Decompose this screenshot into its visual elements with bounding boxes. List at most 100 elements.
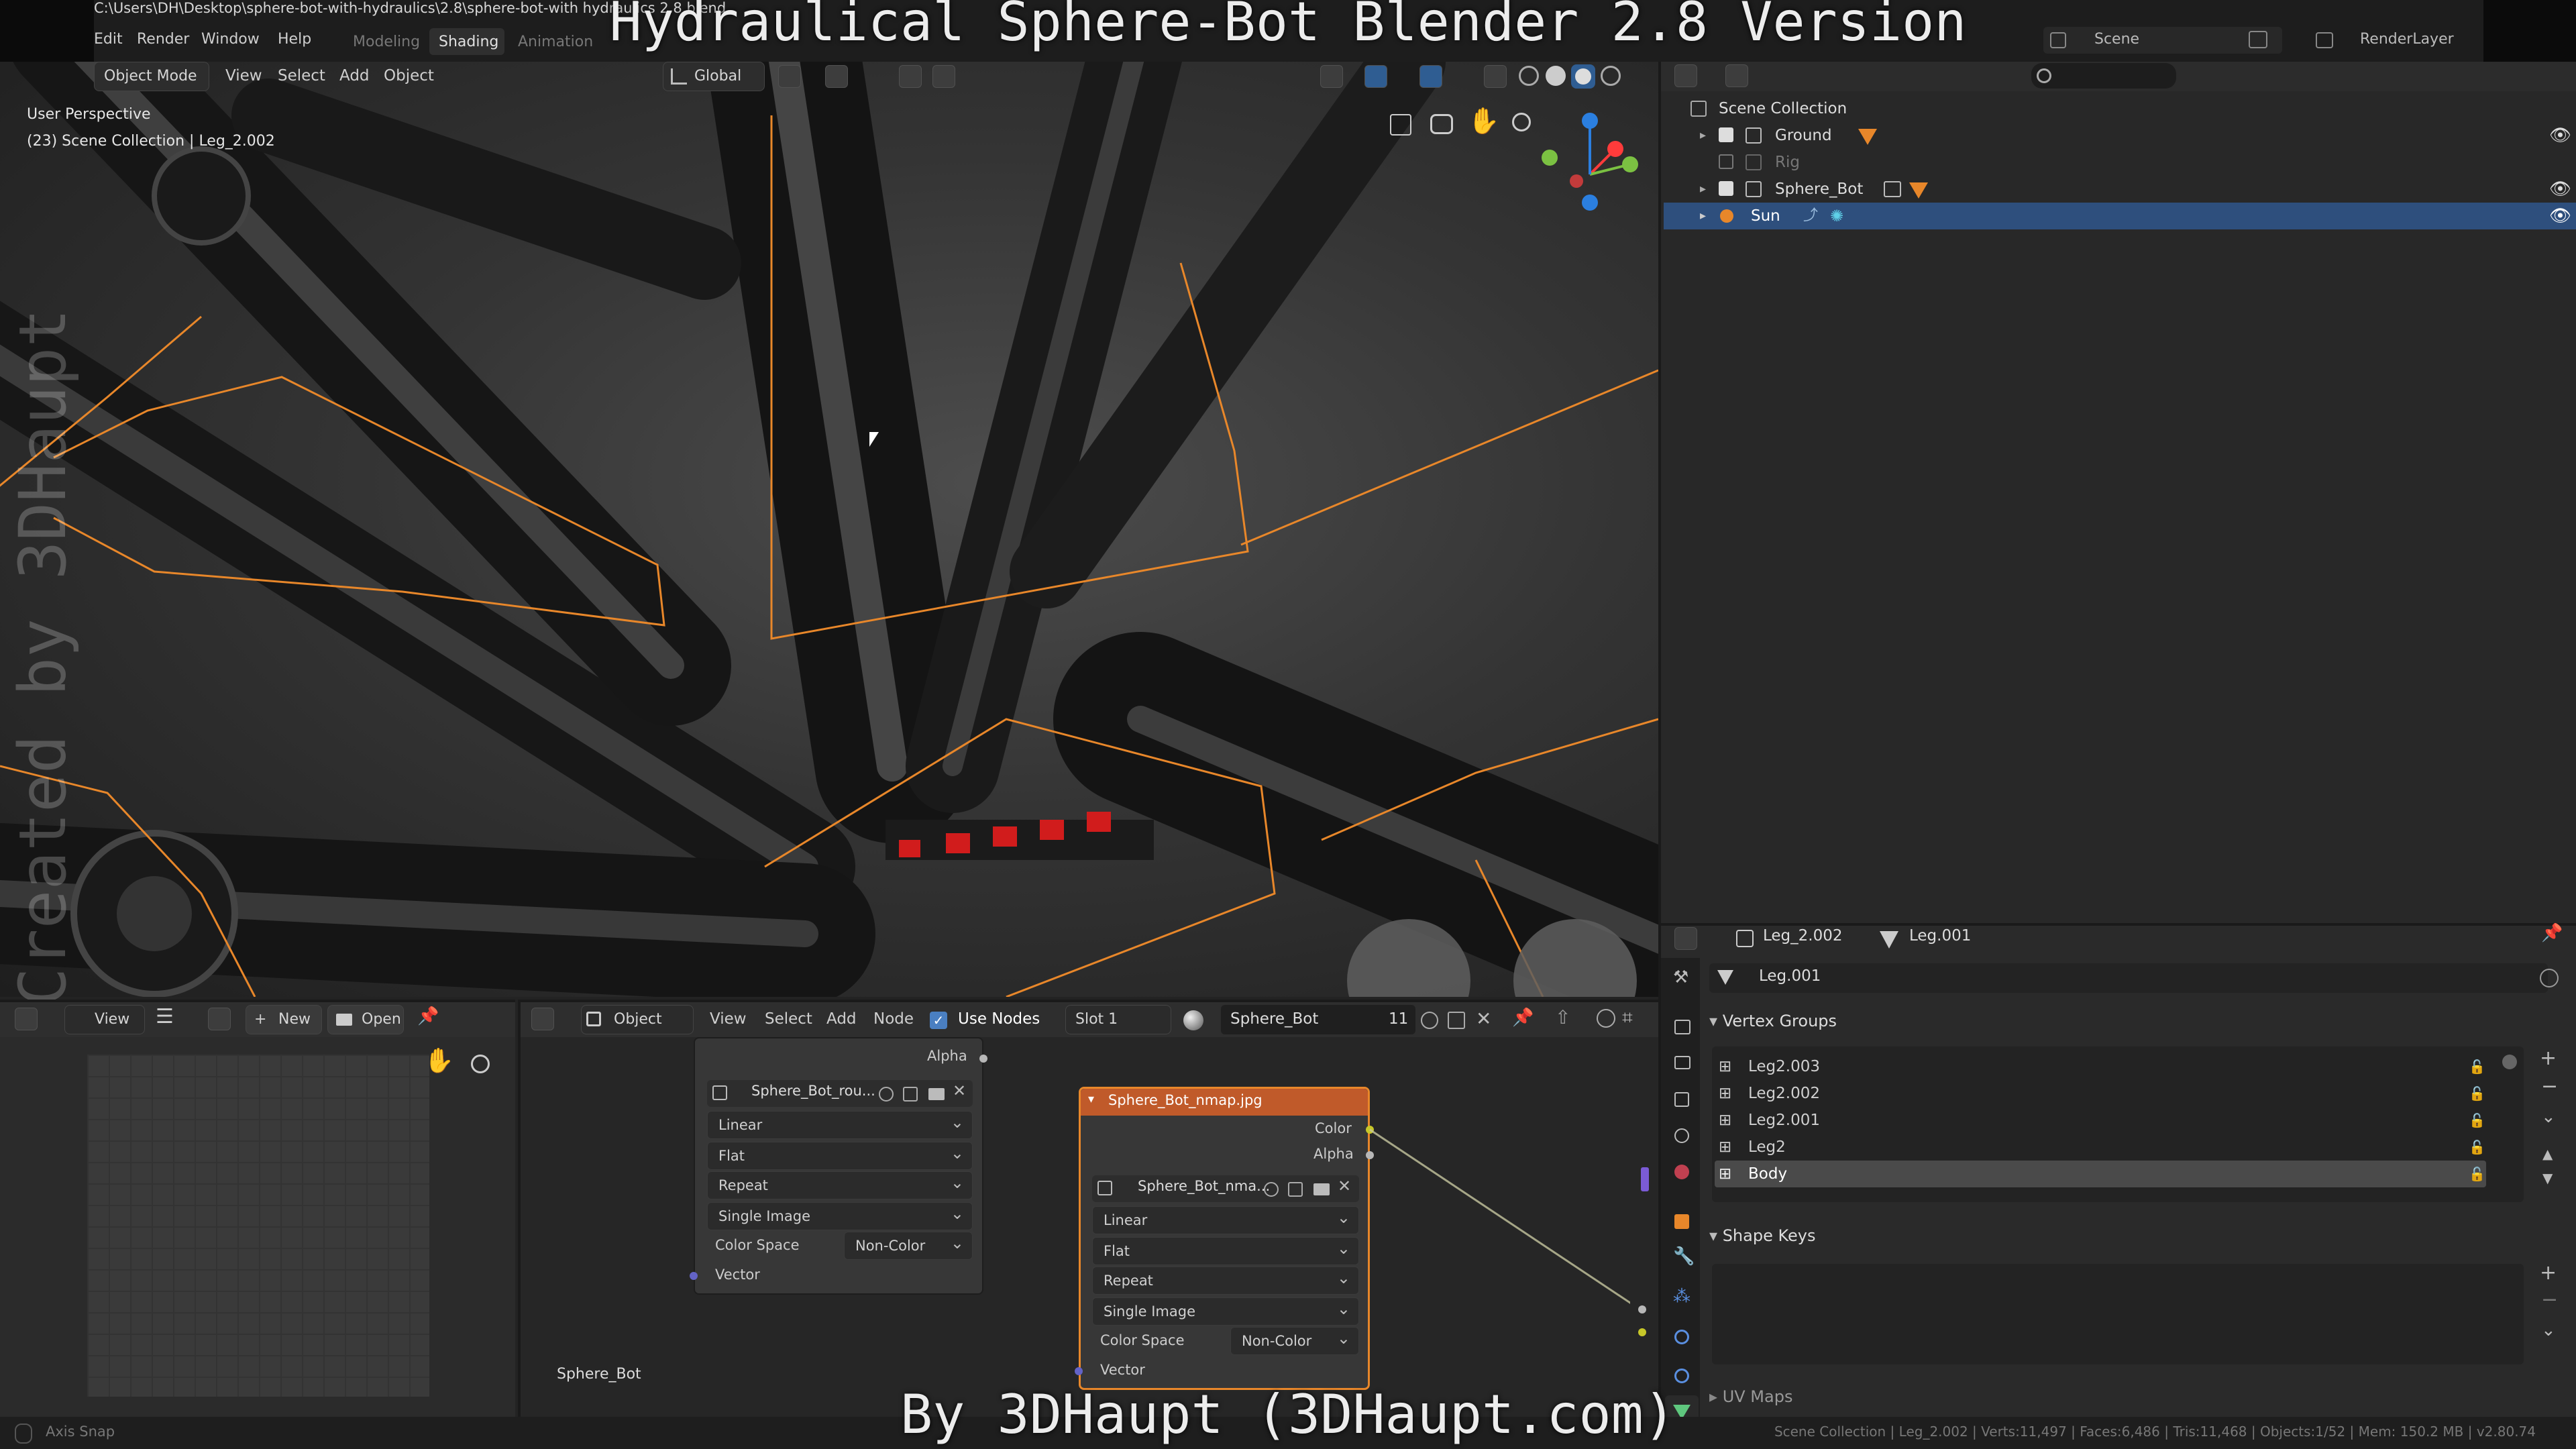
outliner-item-sphere-bot[interactable]: ▸ Sphere_Bot 👁 — [1664, 176, 2576, 203]
node2-folder-icon[interactable] — [1313, 1183, 1330, 1195]
navigation-gizmo[interactable] — [1523, 101, 1650, 228]
node2-extension-dropdown[interactable]: Repeat — [1092, 1265, 1359, 1295]
falloff-icon[interactable] — [932, 65, 955, 88]
overlays-icon[interactable] — [1419, 65, 1442, 88]
vertex-group-row-active[interactable]: ⊞ Body 🔓 — [1715, 1161, 2486, 1187]
use-nodes-checkbox[interactable]: ✓ — [930, 1012, 947, 1029]
open-image-button[interactable]: Open — [327, 1005, 404, 1034]
shape-key-specials-icon[interactable]: ⌄ — [2541, 1320, 2556, 1340]
node2-interpolation-dropdown[interactable]: Linear — [1092, 1204, 1359, 1234]
visibility-icon[interactable] — [1320, 65, 1343, 88]
gizmo-toggle-icon[interactable] — [1364, 65, 1387, 88]
unlink-material-icon[interactable]: ✕ — [1476, 1008, 1491, 1030]
add-vertex-group-icon[interactable]: + — [2540, 1046, 2557, 1070]
node1-unlink-icon[interactable]: ✕ — [953, 1081, 966, 1100]
lock-icon[interactable]: 🔓 — [2469, 1107, 2485, 1134]
pin-icon[interactable]: 📌 — [417, 1006, 439, 1026]
new-image-button[interactable]: + New — [246, 1005, 322, 1034]
tab-scene[interactable] — [1665, 1119, 1699, 1152]
proportional-edit-icon[interactable] — [899, 65, 922, 88]
viewport-menu-object[interactable]: Object — [384, 67, 434, 85]
xray-icon[interactable] — [1484, 65, 1507, 88]
pin-icon[interactable]: 📌 — [1512, 1008, 1534, 1028]
outliner-item-sun[interactable]: ▸ Sun ⤴ ✺ 👁 — [1664, 203, 2576, 229]
node2-unlink-icon[interactable]: ✕ — [1338, 1177, 1351, 1195]
outliner-editor-type-icon[interactable] — [1674, 64, 1697, 87]
mesh-datablock-field[interactable] — [1709, 963, 2548, 993]
node1-alpha-output-socket[interactable] — [979, 1055, 987, 1063]
node1-projection-dropdown[interactable]: Flat — [707, 1140, 973, 1170]
snap-node-icon[interactable] — [1597, 1009, 1615, 1028]
image-editor-type-icon[interactable] — [15, 1008, 38, 1030]
camera-view-icon[interactable] — [1390, 114, 1411, 136]
fake-user-icon[interactable] — [2540, 969, 2559, 987]
properties-editor-type-icon[interactable] — [1674, 927, 1697, 950]
material-slot-dropdown[interactable]: Slot 1 — [1065, 1005, 1171, 1034]
fake-user-shield-icon[interactable] — [1421, 1012, 1438, 1029]
node1-fake-user-icon[interactable] — [879, 1087, 894, 1102]
node1-vector-input-socket[interactable] — [690, 1272, 698, 1280]
shading-rendered-icon[interactable] — [1601, 66, 1621, 86]
image-editor-view-dropdown[interactable]: View — [64, 1005, 145, 1034]
checkbox-icon[interactable] — [1719, 154, 1733, 169]
node2-vector-input-socket[interactable] — [1075, 1367, 1083, 1375]
camera-icon[interactable] — [1430, 114, 1453, 134]
lock-icon[interactable]: 🔓 — [2469, 1080, 2485, 1107]
checkbox-icon[interactable] — [1719, 181, 1733, 196]
node1-folder-icon[interactable] — [928, 1088, 945, 1100]
viewport-3d[interactable] — [0, 62, 1658, 997]
node2-source-dropdown[interactable]: Single Image — [1092, 1295, 1359, 1326]
image-canvas-grid[interactable] — [87, 1055, 429, 1397]
tab-view-layer[interactable] — [1665, 1083, 1699, 1116]
zoom-icon[interactable] — [471, 1055, 490, 1073]
object-mode-dropdown[interactable]: Object Mode — [94, 62, 209, 91]
vertex-group-row[interactable]: ⊞ Leg2.002 🔓 — [1715, 1080, 2486, 1107]
viewport-menu-view[interactable]: View — [225, 67, 262, 85]
outliner-item-rig[interactable]: Rig — [1664, 149, 2576, 176]
tab-physics[interactable] — [1665, 1320, 1699, 1354]
node1-source-dropdown[interactable]: Single Image — [707, 1200, 973, 1230]
lock-icon[interactable]: 🔓 — [2469, 1161, 2485, 1187]
node-menu-add[interactable]: Add — [826, 1010, 857, 1028]
checkbox-icon[interactable] — [1719, 127, 1733, 142]
duplicate-material-icon[interactable] — [1448, 1012, 1465, 1029]
collapse-arrow-icon[interactable]: ▾ — [1088, 1092, 1094, 1106]
snap-mode-icon[interactable]: ⌗ — [1622, 1006, 1633, 1029]
tab-render[interactable] — [1665, 1010, 1699, 1044]
vertex-group-row[interactable]: ⊞ Leg2.001 🔓 — [1715, 1107, 2486, 1134]
outliner-scene-collection[interactable]: Scene Collection — [1664, 95, 2576, 122]
pan-hand-icon[interactable]: ✋ — [424, 1046, 454, 1075]
node1-duplicate-icon[interactable] — [903, 1087, 918, 1102]
remove-shape-key-icon[interactable]: − — [2541, 1288, 2558, 1311]
node-editor-type-icon[interactable] — [531, 1008, 554, 1030]
tab-object[interactable] — [1665, 1205, 1699, 1238]
node-menu-node[interactable]: Node — [873, 1010, 914, 1028]
expand-arrow-icon[interactable]: ▸ — [1700, 203, 1706, 229]
node-editor-sidebar-edge[interactable] — [1641, 1167, 1649, 1191]
node1-color-space-dropdown[interactable]: Non-Color — [844, 1230, 973, 1260]
node1-extension-dropdown[interactable]: Repeat — [707, 1169, 973, 1199]
shading-wireframe-icon[interactable] — [1519, 66, 1539, 86]
node2-color-space-dropdown[interactable]: Non-Color — [1230, 1325, 1359, 1355]
outliner-item-ground[interactable]: ▸ Ground 👁 — [1664, 122, 2576, 149]
eye-icon[interactable]: 👁 — [2549, 203, 2571, 229]
viewport-menu-select[interactable]: Select — [278, 67, 325, 85]
node-menu-select[interactable]: Select — [765, 1010, 812, 1028]
list-scrollbar[interactable] — [2502, 1055, 2517, 1069]
image-browse-icon[interactable] — [208, 1008, 231, 1030]
shape-keys-panel-header[interactable]: ▾ Shape Keys — [1709, 1221, 2548, 1250]
pan-hand-icon[interactable]: ✋ — [1468, 106, 1499, 136]
remove-vertex-group-icon[interactable]: − — [2541, 1075, 2558, 1098]
tab-modifiers[interactable]: 🔧 — [1665, 1242, 1699, 1276]
node-menu-view[interactable]: View — [710, 1010, 747, 1028]
pin-icon[interactable]: 📌 — [2541, 923, 2563, 943]
shading-solid-icon[interactable] — [1546, 66, 1566, 86]
expand-arrow-icon[interactable]: ▸ — [1700, 122, 1706, 149]
specials-menu-icon[interactable]: ⌄ — [2541, 1107, 2556, 1127]
shape-keys-list[interactable] — [1712, 1264, 2524, 1364]
next-node-color-socket[interactable] — [1638, 1328, 1646, 1336]
parent-node-tree-icon[interactable]: ⇧ — [1555, 1006, 1570, 1028]
add-shape-key-icon[interactable]: + — [2540, 1261, 2557, 1285]
vertex-groups-panel-header[interactable]: ▾ Vertex Groups — [1709, 1006, 2548, 1036]
outliner-display-mode-icon[interactable] — [1725, 64, 1748, 87]
